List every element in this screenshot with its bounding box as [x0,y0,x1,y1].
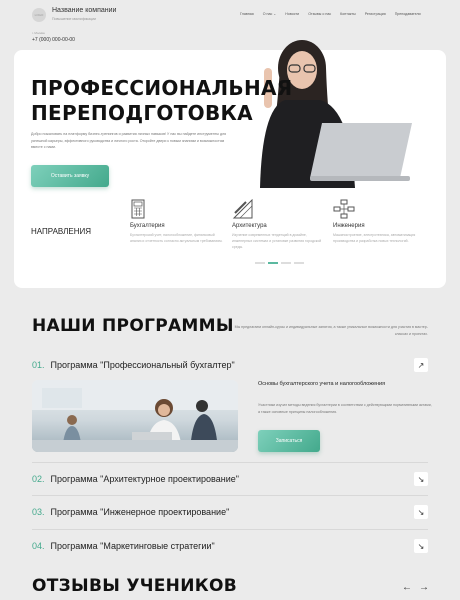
program-item-3[interactable]: 03. Программа "Инженерное проектирование"… [32,505,428,519]
nav-teachers[interactable]: Преподаватели [395,12,421,16]
phone[interactable]: +7 (000) 000-00-00 [32,37,75,43]
programs-title: НАШИ ПРОГРАММЫ [32,316,234,336]
leave-request-button[interactable]: Оставить заявку [31,165,109,187]
direction-desc: Бухгалтерский учет, налогообложение, фин… [130,233,223,243]
nav-about-label: О нас [262,12,273,16]
program-item-2[interactable]: 02. Программа "Архитектурное проектирован… [32,472,428,486]
directions-label: НАПРАВЛЕНИЯ [31,227,92,236]
enroll-button[interactable]: Записаться [258,430,320,452]
page-dot-active[interactable] [268,262,278,264]
nav-about[interactable]: О нас ⌄ [263,12,277,16]
program-desc: Участники изучат методы ведения бухгалте… [258,403,432,414]
city: г. Москва [32,31,45,35]
flowchart-icon [333,199,428,221]
programs-desc: Мы предлагаем онлайн-курсы и индивидуаль… [234,325,428,336]
divider [32,462,428,463]
direction-title: Бухгалтерия [130,223,165,229]
calculator-icon [130,199,225,221]
page-dot[interactable] [294,262,304,264]
main-nav: Главная О нас ⌄ Новости Отзывы о нас Кон… [240,12,421,16]
divider [32,529,428,530]
company-name: Название компании [52,7,117,14]
arrow-down-right-icon[interactable]: ↘ [414,505,428,519]
program-number: 01. [32,360,45,370]
logo[interactable]: LOGO [32,8,46,22]
arrow-down-right-icon[interactable]: ↘ [414,539,428,553]
hero-title: ПРОФЕССИОНАЛЬНАЯ ПЕРЕПОДГОТОВКА [31,76,292,126]
hero-title-line1: ПРОФЕССИОНАЛЬНАЯ [31,76,293,100]
program-item-1[interactable]: 01. Программа "Профессиональный бухгалтер… [32,358,428,372]
hero-text: Добро пожаловать на платформу бизнес-тре… [31,132,227,149]
program-title: Программа "Инженерное проектирование" [50,507,230,517]
nav-registration[interactable]: Регистрация [365,12,386,16]
page-dot[interactable] [255,262,265,264]
arrow-up-right-icon[interactable]: ↗ [414,358,428,372]
program-item-4[interactable]: 04. Программа "Маркетинговые стратегии" ↘ [32,539,428,553]
program-photo [32,380,238,452]
program-title: Программа "Архитектурное проектирование" [50,474,239,484]
direction-desc: Машиностроение, электротехника, автомати… [333,233,416,243]
arrow-down-right-icon[interactable]: ↘ [414,472,428,486]
direction-architecture[interactable]: Архитектура Изучение современных тенденц… [232,198,327,250]
hero-title-line2: ПЕРЕПОДГОТОВКА [31,101,253,125]
direction-accounting[interactable]: Бухгалтерия Бухгалтерский учет, налогооб… [130,199,225,244]
divider [32,495,428,496]
company-subtitle: Повышение квалификации [52,17,96,21]
direction-title: Инженерия [333,223,365,229]
nav-news[interactable]: Новости [285,12,299,16]
chevron-down-icon: ⌄ [273,12,277,16]
arrow-right-icon[interactable]: → [419,582,429,593]
direction-engineering[interactable]: Инженерия Машиностроение, электротехника… [333,199,428,244]
ruler-triangle-icon [232,198,327,221]
direction-desc: Изучение современных тенденций в дизайне… [232,233,322,249]
slider-pagination [255,262,304,264]
nav-home[interactable]: Главная [240,12,254,16]
program-title: Программа "Профессиональный бухгалтер" [50,360,235,370]
program-number: 03. [32,507,45,517]
page-dot[interactable] [281,262,291,264]
program-title: Программа "Маркетинговые стратегии" [50,541,215,551]
reviews-title: ОТЗЫВЫ УЧЕНИКОВ [32,576,237,596]
arrow-left-icon[interactable]: ← [402,582,412,593]
program-number: 04. [32,541,45,551]
program-subtitle: Основы бухгалтерского учета и налогообло… [258,381,386,387]
direction-title: Архитектура [232,223,267,229]
nav-contacts[interactable]: Контакты [340,12,356,16]
program-number: 02. [32,474,45,484]
nav-reviews[interactable]: Отзывы о нас [308,12,331,16]
